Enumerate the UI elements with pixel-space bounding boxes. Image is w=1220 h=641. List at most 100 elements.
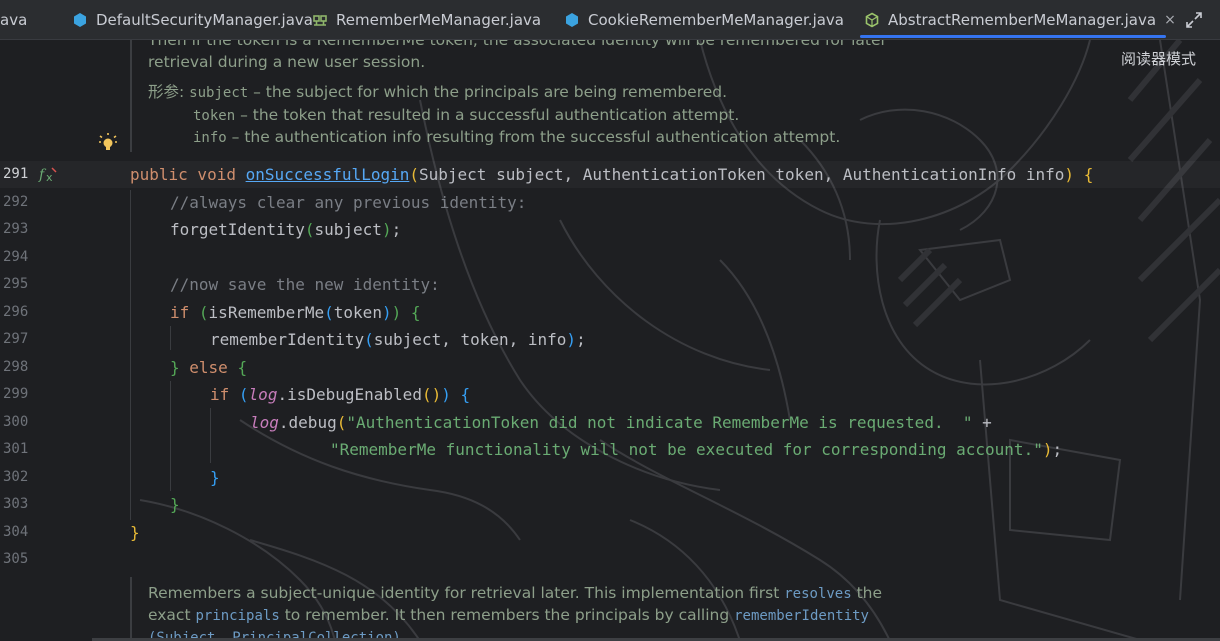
code-line-298[interactable]: } else { — [170, 354, 247, 382]
code-token: + — [972, 412, 992, 432]
doc-text: exact — [148, 606, 196, 624]
doc-comment-line: retrieval during a new user session. — [148, 51, 425, 73]
code-line-302[interactable]: } — [210, 464, 220, 492]
line-number: 297 — [3, 331, 29, 347]
code-editor[interactable]: 阅读器模式 Then if the token is a RememberMe … — [0, 40, 1220, 641]
tab-abstract-remember-me-manager[interactable]: AbstractRememberMeManager.java × — [854, 0, 1176, 40]
code-token: forgetIdentity — [170, 220, 305, 239]
code-token: () — [421, 385, 442, 404]
code-token: ) — [381, 220, 392, 239]
line-number: 296 — [3, 303, 29, 320]
code-token: } — [210, 467, 220, 487]
indent-guide — [210, 408, 211, 463]
lightbulb-icon[interactable] — [98, 132, 118, 154]
line-number: 302 — [3, 468, 29, 485]
line-number: 294 — [3, 248, 29, 265]
tab-partial[interactable]: ava — [0, 0, 62, 40]
param-desc: – the authentication info resulting from… — [226, 128, 841, 146]
code-token: log — [248, 385, 278, 404]
code-token: { — [237, 357, 248, 377]
line-number: 304 — [3, 523, 29, 540]
doc-text: the — [851, 584, 883, 602]
code-token: } — [170, 495, 180, 514]
code-line-300[interactable]: log.debug("AuthenticationToken did not i… — [250, 409, 992, 437]
doc-link[interactable]: principals — [195, 608, 279, 624]
svg-text:x: x — [46, 171, 53, 184]
code-token: ( — [364, 330, 374, 349]
code-line-299[interactable]: if (log.isDebugEnabled()) { — [210, 381, 470, 409]
expand-icon[interactable] — [1184, 10, 1204, 30]
tab-label: RememberMeManager.java — [336, 10, 542, 29]
code-token: ) — [566, 330, 577, 349]
line-number: 293 — [3, 221, 29, 237]
code-token: ( — [238, 385, 249, 404]
code-line-301[interactable]: "RememberMe functionality will not be ex… — [330, 436, 1062, 464]
doc-text: to remember. It then remembers the princ… — [279, 606, 735, 624]
doc-link[interactable]: resolves — [784, 586, 851, 602]
tab-cookie-remember-me-manager[interactable]: CookieRememberMeManager.java — [554, 0, 854, 40]
method-name[interactable]: onSuccessfulLogin — [246, 165, 410, 184]
string-literal: "AuthenticationToken did not indicate Re… — [346, 412, 973, 432]
code-token: if — [170, 302, 199, 322]
interface-icon — [313, 14, 327, 26]
code-token: isRememberMe — [208, 302, 325, 322]
code-token: ) — [391, 302, 402, 322]
code-token: log — [250, 412, 279, 432]
doc-comment-bar — [130, 577, 132, 641]
line-number: 298 — [3, 358, 29, 375]
comment-text: //always clear any previous identity: — [170, 192, 527, 212]
method-override-icon[interactable]: f x — [38, 164, 58, 184]
code-token: { — [460, 385, 471, 404]
param-name: info — [193, 130, 227, 146]
code-token: ) — [441, 385, 451, 404]
comment-text: //now save the new identity: — [170, 275, 440, 294]
class-icon — [566, 12, 578, 27]
param-name: token — [193, 108, 236, 124]
code-line-291[interactable]: public void onSuccessfulLogin(Subject su… — [130, 161, 1093, 189]
tab-label: DefaultSecurityManager.java — [96, 10, 313, 29]
param-desc: – the subject for which the principals a… — [248, 83, 728, 101]
code-line-303[interactable]: } — [170, 491, 180, 519]
code-token: ) — [1064, 165, 1075, 184]
doc-link[interactable]: rememberIdentity — [734, 608, 869, 624]
doc-text: Remembers a subject-unique identity for … — [148, 584, 785, 602]
code-token: ( — [324, 302, 334, 322]
indent-guide — [170, 326, 171, 350]
line-number: 299 — [3, 386, 29, 402]
close-icon[interactable]: × — [1164, 12, 1176, 28]
line-number: 300 — [3, 413, 29, 430]
code-token: } — [170, 357, 180, 377]
code-token: public void — [130, 165, 246, 184]
code-token: else — [189, 357, 238, 377]
tab-default-security-manager[interactable]: DefaultSecurityManager.java — [62, 0, 313, 40]
code-token: Subject subject, AuthenticationToken tok… — [419, 165, 1065, 184]
line-number: 301 — [3, 441, 29, 457]
code-token: ( — [198, 302, 209, 322]
code-line-304[interactable]: } — [130, 519, 140, 547]
code-token: ( — [304, 220, 315, 239]
editor-tab-bar: ava DefaultSecurityManager.java Remember… — [0, 0, 1220, 40]
doc-comment-bar — [130, 40, 132, 152]
code-token: subject, token, info — [373, 330, 567, 349]
code-token: token — [333, 302, 382, 322]
code-token: } — [130, 522, 140, 542]
doc-params: info – the authentication info resulting… — [193, 126, 840, 149]
class-icon — [74, 12, 86, 27]
tab-label: ava — [0, 10, 28, 29]
doc-text: retrieval during a new user session. — [148, 53, 426, 71]
code-token: rememberIdentity — [210, 330, 365, 349]
doc-comment-line: Remembers a subject-unique identity for … — [148, 582, 882, 605]
code-line-293[interactable]: forgetIdentity(subject); — [170, 216, 401, 244]
code-line-296[interactable]: if (isRememberMe(token)) { — [170, 299, 421, 327]
doc-text: Then if the token is a RememberMe token,… — [148, 40, 887, 49]
reader-mode-button[interactable]: 阅读器模式 — [1121, 48, 1196, 69]
tab-remember-me-manager[interactable]: RememberMeManager.java — [302, 0, 554, 40]
code-line-292[interactable]: //always clear any previous identity: — [170, 189, 526, 217]
doc-params: token – the token that resulted in a suc… — [193, 104, 739, 127]
params-label: 形参: — [148, 83, 185, 101]
line-number: 295 — [3, 276, 29, 292]
code-line-295[interactable]: //now save the new identity: — [170, 271, 440, 299]
code-token: .debug — [278, 412, 337, 432]
param-name: subject — [189, 85, 249, 101]
code-line-297[interactable]: rememberIdentity(subject, token, info); — [210, 326, 586, 354]
